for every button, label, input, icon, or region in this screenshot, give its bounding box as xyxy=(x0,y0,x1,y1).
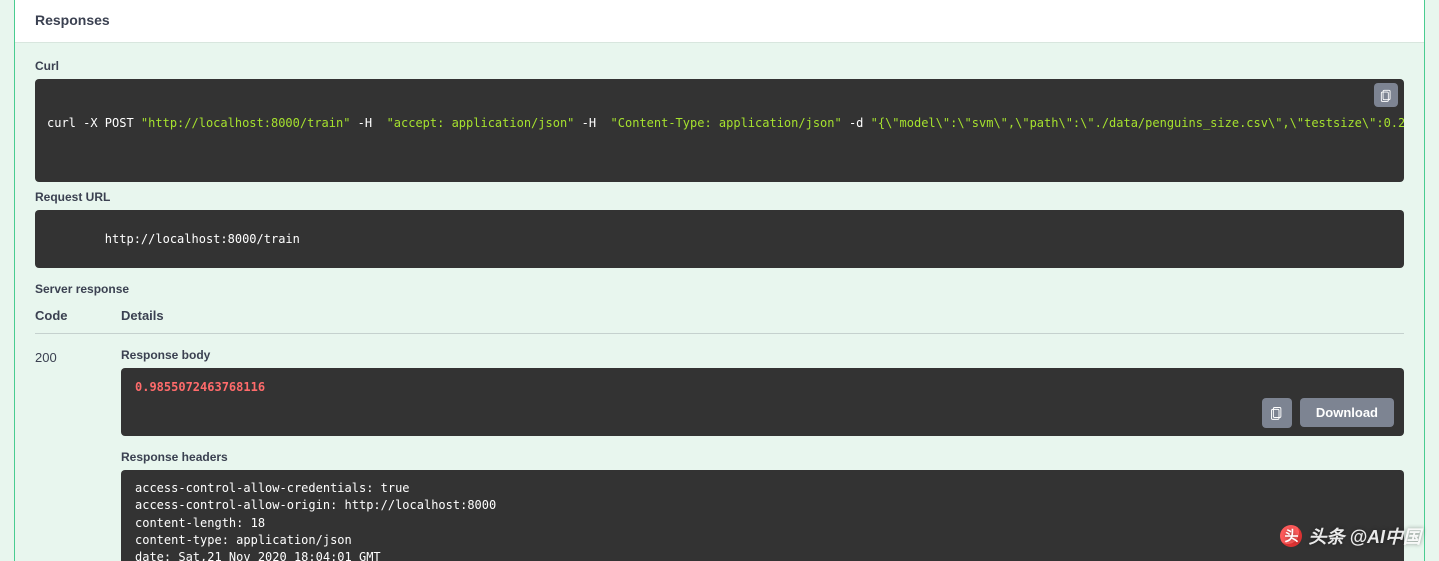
col-header-details: Details xyxy=(121,308,1404,323)
response-table-header: Code Details xyxy=(35,308,1404,334)
curl-codeblock: curl -X POST "http://localhost:8000/trai… xyxy=(35,79,1404,182)
request-url-value: http://localhost:8000/train xyxy=(105,232,300,246)
request-url-block: http://localhost:8000/train xyxy=(35,210,1404,268)
copy-curl-button[interactable] xyxy=(1374,83,1398,107)
server-response-label: Server response xyxy=(35,282,1404,296)
curl-part-accept: "accept: application/json" xyxy=(387,116,575,130)
header-line: content-length: 18 xyxy=(135,515,1390,532)
col-header-code: Code xyxy=(35,308,121,323)
response-body-label: Response body xyxy=(121,348,1404,362)
responses-title: Responses xyxy=(35,12,1404,28)
header-line: content-type: application/json xyxy=(135,532,1390,549)
clipboard-icon xyxy=(1269,405,1284,420)
curl-part-url: "http://localhost:8000/train" xyxy=(141,116,351,130)
clipboard-icon xyxy=(1379,88,1393,102)
curl-part-d: -d xyxy=(842,116,871,130)
header-line: access-control-allow-origin: http://loca… xyxy=(135,497,1390,514)
curl-label: Curl xyxy=(35,59,1404,73)
response-row: 200 Response body 0.9855072463768116 Dow… xyxy=(35,348,1404,561)
header-line: access-control-allow-credentials: true xyxy=(135,480,1390,497)
curl-part-body: "{\"model\":\"svm\",\"path\":\"./data/pe… xyxy=(871,116,1404,130)
request-url-label: Request URL xyxy=(35,190,1404,204)
curl-part-ctype: "Content-Type: application/json" xyxy=(611,116,842,130)
status-code: 200 xyxy=(35,348,121,561)
curl-part-cmd: curl -X POST xyxy=(47,116,141,130)
response-body-block: 0.9855072463768116 Download xyxy=(121,368,1404,436)
copy-response-button[interactable] xyxy=(1262,398,1292,428)
response-headers-block: access-control-allow-credentials: true a… xyxy=(121,470,1404,561)
response-headers-label: Response headers xyxy=(121,450,1404,464)
curl-part-h1: -H xyxy=(350,116,386,130)
responses-header: Responses xyxy=(15,0,1424,43)
response-body-value: 0.9855072463768116 xyxy=(135,380,265,394)
header-line: date: Sat,21 Nov 2020 18:04:01 GMT xyxy=(135,549,1390,561)
download-button[interactable]: Download xyxy=(1300,398,1394,427)
curl-part-h2: -H xyxy=(574,116,610,130)
